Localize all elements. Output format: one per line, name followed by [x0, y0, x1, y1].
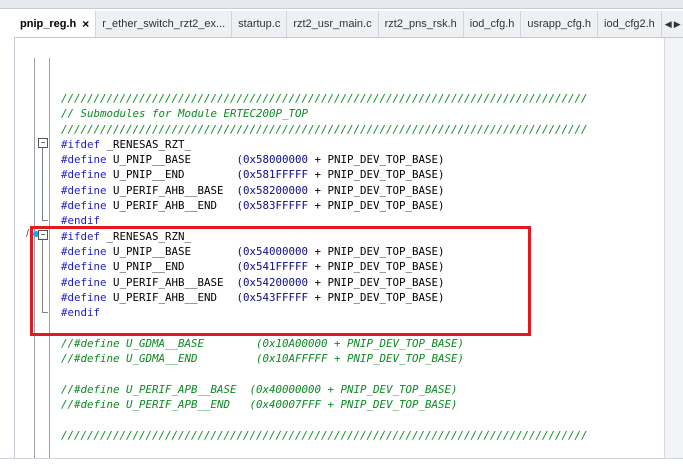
code-line[interactable]	[61, 366, 588, 381]
code-comment: //#define U_PERIF_APB__BASE (0x40000000 …	[61, 382, 458, 396]
code-comment: ////////////////////////////////////////…	[61, 92, 588, 105]
code-expression: + PNIP_DEV_TOP_BASE)	[308, 168, 445, 182]
code-expression: + PNIP_DEV_TOP_BASE)	[308, 153, 445, 167]
status-divider	[0, 458, 683, 459]
tab-scroll-controls[interactable]: ◀ ▶	[661, 11, 683, 37]
tab-label: startup.c	[238, 18, 281, 30]
tab-label: r_ether_switch_rzt2_ex...	[102, 18, 226, 30]
code-line[interactable]: #define U_PERIF_AHB__END (0x583FFFFF + P…	[61, 198, 588, 213]
code-line[interactable]: //#define U_PERIF_APB__END (0x40007FFF +…	[61, 397, 588, 412]
tab-pnip-reg-h[interactable]: pnip_reg.h ×	[14, 11, 97, 37]
code-comment: // Submodules for Module ERTEC200P_TOP	[61, 107, 309, 121]
tab-iod-cfg2-h[interactable]: iod_cfg2.h	[598, 11, 662, 37]
tab-iod-cfg-h[interactable]: iod_cfg.h	[463, 11, 522, 37]
code-address: (0x583FFFFF	[236, 199, 309, 213]
fold-collapse-icon[interactable]: −	[38, 138, 48, 148]
code-symbol: _RENESAS_RZT_	[100, 137, 192, 151]
editor-tab-bar: pnip_reg.h × r_ether_switch_rzt2_ex... s…	[14, 11, 683, 38]
tab-rzt2-pns-rsk-h[interactable]: rzt2_pns_rsk.h	[378, 11, 464, 37]
close-icon[interactable]: ×	[82, 17, 89, 31]
fold-end-marker	[42, 220, 48, 221]
code-address: (0x581FFFFF	[236, 168, 309, 182]
code-macro-name: U_PNIP__BASE	[106, 153, 237, 167]
caret-marker-icon: /	[26, 228, 30, 240]
code-macro-name: U_PERIF_AHB__BASE	[106, 183, 237, 197]
tab-rzt2-usr-main-c[interactable]: rzt2_usr_main.c	[287, 11, 379, 37]
code-directive: #ifdef	[61, 137, 101, 151]
code-line[interactable]: //#define U_GDMA__END (0x10AFFFFF + PNIP…	[61, 351, 588, 366]
tab-label: rzt2_usr_main.c	[293, 18, 372, 30]
code-line[interactable]	[61, 412, 588, 427]
code-directive: #define	[61, 183, 107, 197]
tab-label: iod_cfg.h	[469, 18, 515, 30]
code-line[interactable]: #define U_PNIP__END (0x581FFFFF + PNIP_D…	[61, 167, 588, 182]
code-comment: //#define U_GDMA__END (0x10AFFFFF + PNIP…	[61, 352, 465, 366]
code-expression: + PNIP_DEV_TOP_BASE)	[308, 199, 445, 213]
code-comment: //#define U_PERIF_APB__END (0x40007FFF +…	[61, 397, 458, 411]
tab-label: usrapp_cfg.h	[527, 18, 592, 30]
code-line[interactable]: #define U_PERIF_AHB__BASE (0x58200000 + …	[61, 183, 588, 198]
code-line[interactable]: //#define U_GDMA__BASE (0x10A00000 + PNI…	[61, 336, 588, 351]
highlight-box	[30, 226, 531, 336]
window-top-strip	[0, 0, 683, 9]
tab-startup-c[interactable]: startup.c	[232, 11, 288, 37]
code-line[interactable]: #define U_PNIP__BASE (0x58000000 + PNIP_…	[61, 152, 588, 167]
tab-label: pnip_reg.h	[20, 18, 77, 30]
code-line[interactable]: ////////////////////////////////////////…	[61, 91, 588, 106]
code-comment: ////////////////////////////////////////…	[61, 122, 588, 136]
code-address: (0x58000000	[236, 153, 309, 167]
code-directive: #define	[61, 199, 107, 213]
code-address: (0x58200000	[236, 183, 309, 197]
tab-label: iod_cfg2.h	[604, 18, 655, 30]
code-directive: #define	[61, 168, 107, 182]
code-macro-name: U_PNIP__END	[106, 168, 237, 182]
code-comment: //#define U_GDMA__BASE (0x10A00000 + PNI…	[61, 336, 465, 350]
chevron-right-icon[interactable]: ▶	[674, 19, 681, 30]
tab-label: rzt2_pns_rsk.h	[384, 18, 457, 30]
code-line[interactable]: #ifdef _RENESAS_RZT_	[61, 137, 588, 152]
code-comment: ////////////////////////////////////////…	[61, 428, 588, 442]
code-directive: #define	[61, 153, 107, 167]
chevron-left-icon[interactable]: ◀	[665, 19, 672, 30]
code-macro-name: U_PERIF_AHB__END	[106, 199, 237, 213]
code-line[interactable]: // Submodules for Module ERTEC200P_TOP	[61, 106, 588, 121]
vertical-scrollbar[interactable]	[664, 38, 683, 458]
code-line[interactable]: ////////////////////////////////////////…	[61, 428, 588, 443]
code-line[interactable]: ////////////////////////////////////////…	[61, 122, 588, 137]
tab-usrapp-cfg-h[interactable]: usrapp_cfg.h	[521, 11, 599, 37]
code-expression: + PNIP_DEV_TOP_BASE)	[308, 183, 445, 197]
tab-r-ether-switch[interactable]: r_ether_switch_rzt2_ex...	[96, 11, 233, 37]
fold-range-line	[42, 148, 43, 220]
code-line[interactable]: //#define U_PERIF_APB__BASE (0x40000000 …	[61, 382, 588, 397]
